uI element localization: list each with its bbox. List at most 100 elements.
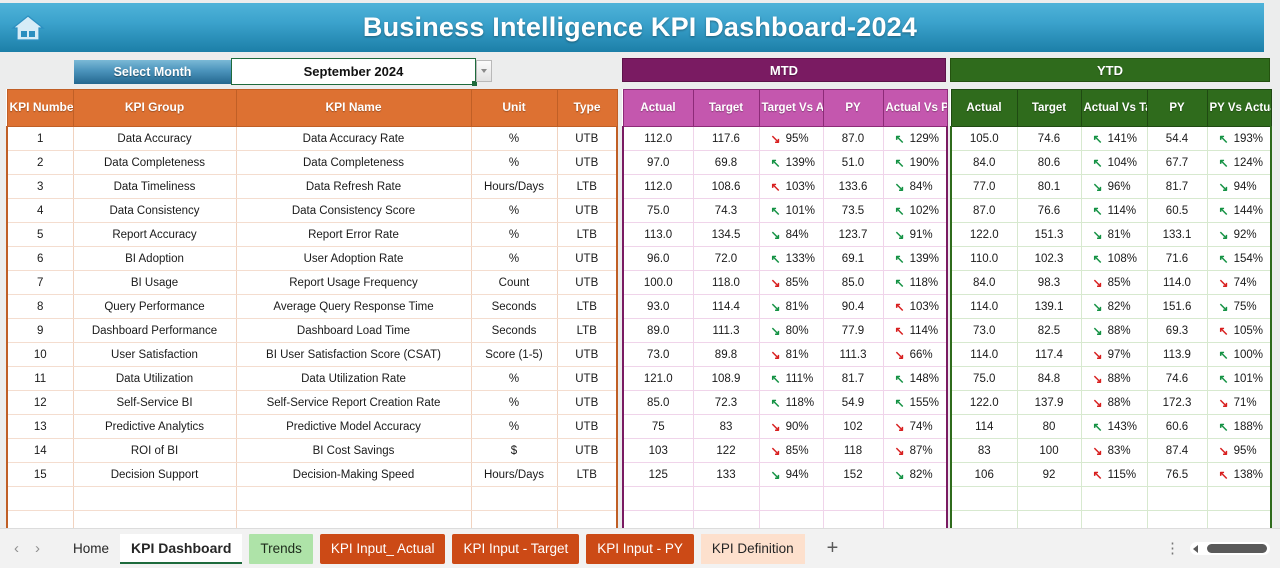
table-row[interactable]: 9 Dashboard Performance Dashboard Load Tim… <box>6 318 618 343</box>
table-row[interactable]: 11 Data Utilization Data Utilization Rate%… <box>6 366 618 391</box>
cell-kpi-name: Data Completeness <box>235 150 471 175</box>
table-row[interactable]: 75.0 84.8 ↘ 88% 74.6 ↖ 101% <box>950 366 1272 391</box>
scrollbar-thumb[interactable] <box>1207 544 1267 553</box>
table-row[interactable]: 114.0 139.1 ↘ 82% 151.6 ↘ 75% <box>950 294 1272 319</box>
table-row[interactable]: 125 133 ↘ 94% 152 ↘ 82% <box>622 462 948 487</box>
table-row[interactable]: 1 Data Accuracy Data Accuracy Rate% UTB <box>6 126 618 151</box>
table-row[interactable]: 93.0 114.4 ↘ 81% 90.4 ↖ 103% <box>622 294 948 319</box>
percent-value: 85% <box>785 276 809 289</box>
cell-ytd-py: 87.4 <box>1146 438 1208 463</box>
cell-mtd-actual: 125 <box>622 462 694 487</box>
cell-mtd-actual-vs-py: ↘ 74% <box>882 414 948 439</box>
cell-kpi-group: Data Timeliness <box>72 174 236 199</box>
cell-ytd-target: 102.3 <box>1016 246 1082 271</box>
table-row[interactable]: 122.0 137.9 ↘ 88% 172.3 ↘ 71% <box>950 390 1272 415</box>
table-row[interactable]: 12 Self-Service BI Self-Service Report Cre… <box>6 390 618 415</box>
arrow-down-icon: ↘ <box>770 467 781 482</box>
table-row[interactable]: 114 80 ↖ 143% 60.6 ↖ 188% <box>950 414 1272 439</box>
empty-cell <box>882 486 948 511</box>
table-row[interactable]: 75 83 ↘ 90% 102 ↘ 74% <box>622 414 948 439</box>
sheet-tab-home[interactable]: Home <box>62 534 120 564</box>
cell-type: LTB <box>556 294 618 319</box>
percent-value: 190% <box>909 156 939 169</box>
table-row[interactable]: 84.0 98.3 ↘ 85% 114.0 ↘ 74% <box>950 270 1272 295</box>
cell-unit: % <box>470 222 557 247</box>
table-row[interactable]: 97.0 69.8 ↖ 139% 51.0 ↖ 190% <box>622 150 948 175</box>
table-row[interactable]: 114.0 117.4 ↘ 97% 113.9 ↖ 100% <box>950 342 1272 367</box>
month-select[interactable]: September 2024 <box>231 58 477 86</box>
table-row[interactable]: 84.0 80.6 ↖ 104% 67.7 ↖ 124% <box>950 150 1272 175</box>
cell-ytd-py-vs-actual: ↖ 154% <box>1206 246 1272 271</box>
sheet-tab-trends[interactable]: Trends <box>249 533 313 564</box>
table-row[interactable]: 14 ROI of BI BI Cost Savings $ UTB <box>6 438 618 463</box>
table-row[interactable]: 4 Data Consistency Data Consistency Score%… <box>6 198 618 223</box>
select-month-button[interactable]: Select Month <box>74 60 231 84</box>
table-row[interactable]: 75.0 74.3 ↖ 101% 73.5 ↖ 102% <box>622 198 948 223</box>
arrow-up-icon: ↖ <box>894 131 905 146</box>
sheet-tab-kpi-input-actual[interactable]: KPI Input_ Actual <box>319 533 446 564</box>
table-row[interactable]: 113.0 134.5 ↘ 84% 123.7 ↘ 91% <box>622 222 948 247</box>
sheet-tab-kpi-input-target[interactable]: KPI Input - Target <box>452 533 580 564</box>
table-row[interactable]: 103 122 ↘ 85% 118 ↘ 87% <box>622 438 948 463</box>
cell-mtd-target-vs-actual: ↘ 81% <box>758 294 824 319</box>
table-row[interactable]: 2 Data Completeness Data Completeness% UTB <box>6 150 618 175</box>
arrow-up-icon: ↖ <box>1218 155 1229 170</box>
table-row[interactable]: 89.0 111.3 ↘ 80% 77.9 ↖ 114% <box>622 318 948 343</box>
cell-mtd-target-vs-actual: ↖ 103% <box>758 174 824 199</box>
table-row[interactable]: 3 Data Timeliness Data Refresh Rate Hours/D… <box>6 174 618 199</box>
col-ytd-py: PY <box>1146 89 1208 127</box>
cell-ytd-actual-vs-target: ↘ 96% <box>1080 174 1148 199</box>
cell-ytd-actual-vs-target: ↘ 88% <box>1080 366 1148 391</box>
table-row[interactable]: 5 Report Accuracy Report Error Rate% LTB <box>6 222 618 247</box>
arrow-down-icon: ↘ <box>1218 227 1229 242</box>
table-row[interactable]: 10 User Satisfaction BI User Satisfaction … <box>6 342 618 367</box>
home-icon <box>11 13 45 43</box>
cell-mtd-py: 87.0 <box>822 126 884 151</box>
cell-kpi-number: 1 <box>6 126 73 151</box>
table-row[interactable]: 121.0 108.9 ↖ 111% 81.7 ↖ 148% <box>622 366 948 391</box>
cell-kpi-group: ROI of BI <box>72 438 236 463</box>
arrow-up-icon: ↖ <box>1218 467 1229 482</box>
sheet-tab-kpi-definition[interactable]: KPI Definition <box>700 533 805 564</box>
sheet-tab-kpi-dashboard[interactable]: KPI Dashboard <box>120 533 243 564</box>
percent-value: 141% <box>1107 132 1137 145</box>
table-row[interactable]: 96.0 72.0 ↖ 133% 69.1 ↖ 139% <box>622 246 948 271</box>
percent-value: 155% <box>909 396 939 409</box>
cell-mtd-py: 118 <box>822 438 884 463</box>
arrow-down-icon: ↘ <box>770 323 781 338</box>
table-row[interactable]: 6 BI Adoption User Adoption Rate% UTB <box>6 246 618 271</box>
table-row[interactable]: 85.0 72.3 ↖ 118% 54.9 ↖ 155% <box>622 390 948 415</box>
chevron-left-icon[interactable]: ‹ <box>14 540 19 557</box>
percent-value: 97% <box>1107 348 1131 361</box>
table-row[interactable]: 106 92 ↖ 115% 76.5 ↖ 138% <box>950 462 1272 487</box>
table-row[interactable]: 15 Decision Support Decision-Making Speed H… <box>6 462 618 487</box>
table-row[interactable]: 8 Query Performance Average Query Response… <box>6 294 618 319</box>
table-row[interactable]: 7 BI Usage Report Usage Frequency Count UTB <box>6 270 618 295</box>
table-row[interactable]: 110.0 102.3 ↖ 108% 71.6 ↖ 154% <box>950 246 1272 271</box>
table-row[interactable]: 112.0 108.6 ↖ 103% 133.6 ↘ 84% <box>622 174 948 199</box>
more-options-icon[interactable]: ⋮ <box>1165 541 1180 555</box>
table-row[interactable]: 13 Predictive Analytics Predictive Model A… <box>6 414 618 439</box>
chevron-down-icon[interactable] <box>476 60 492 82</box>
table-row[interactable]: 105.0 74.6 ↖ 141% 54.4 ↖ 193% <box>950 126 1272 151</box>
sheet-tab-kpi-input-py[interactable]: KPI Input - PY <box>586 533 694 564</box>
cell-ytd-target: 80.1 <box>1016 174 1082 199</box>
horizontal-scrollbar[interactable] <box>1190 542 1270 555</box>
table-row[interactable]: 122.0 151.3 ↘ 81% 133.1 ↘ 92% <box>950 222 1272 247</box>
table-row[interactable]: 83 100 ↘ 83% 87.4 ↘ 95% <box>950 438 1272 463</box>
cell-kpi-group: Predictive Analytics <box>72 414 236 439</box>
percent-value: 75% <box>1233 300 1257 313</box>
cell-mtd-py: 111.3 <box>822 342 884 367</box>
table-row[interactable]: 77.0 80.1 ↘ 96% 81.7 ↘ 94% <box>950 174 1272 199</box>
cell-kpi-number: 14 <box>6 438 73 463</box>
home-button[interactable] <box>0 3 56 52</box>
scroll-left-icon[interactable] <box>1193 544 1198 553</box>
arrow-down-icon: ↘ <box>770 419 781 434</box>
add-sheet-button[interactable]: + <box>805 537 861 560</box>
table-row[interactable]: 112.0 117.6 ↘ 95% 87.0 ↖ 129% <box>622 126 948 151</box>
table-row[interactable]: 87.0 76.6 ↖ 114% 60.5 ↖ 144% <box>950 198 1272 223</box>
cell-ytd-actual: 122.0 <box>950 390 1018 415</box>
table-row[interactable]: 73.0 89.8 ↘ 81% 111.3 ↘ 66% <box>622 342 948 367</box>
table-row[interactable]: 100.0 118.0 ↘ 85% 85.0 ↖ 118% <box>622 270 948 295</box>
table-row[interactable]: 73.0 82.5 ↘ 88% 69.3 ↖ 105% <box>950 318 1272 343</box>
